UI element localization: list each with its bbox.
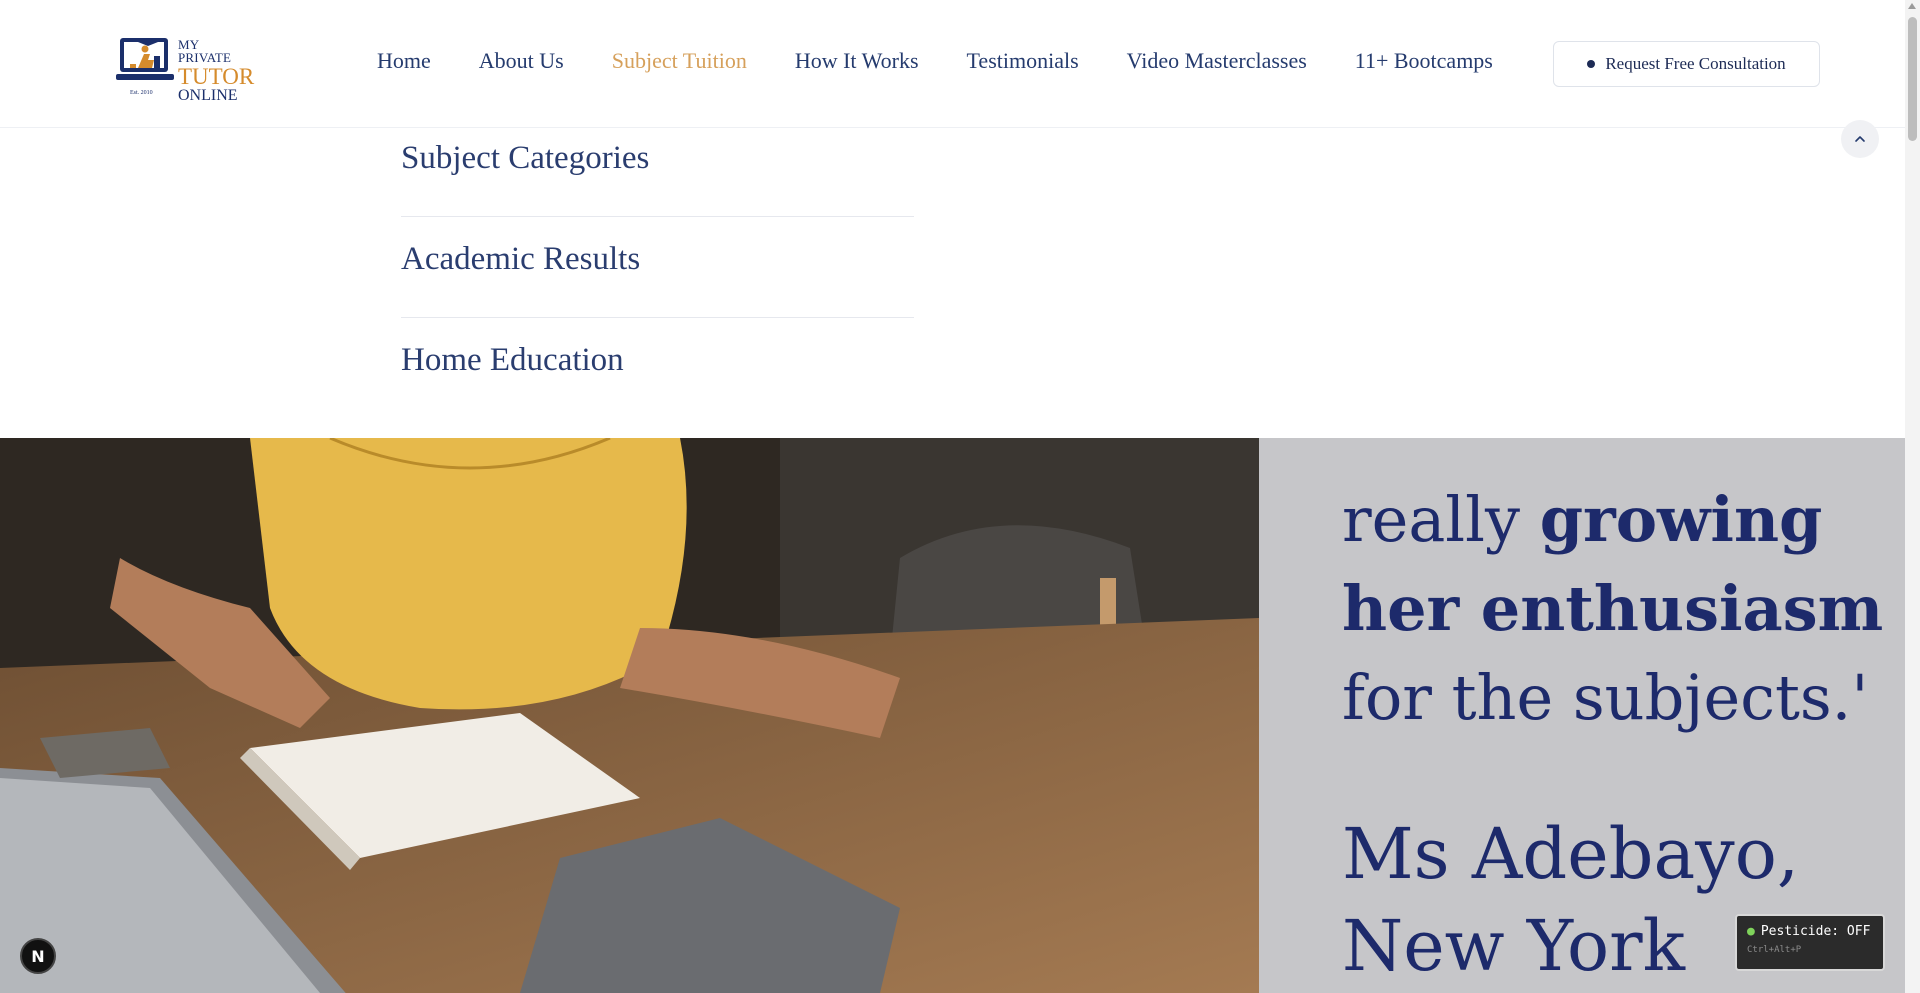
logo-est: Est. 2010 [130, 90, 153, 96]
pesticide-shortcut: Ctrl+Alt+P [1747, 945, 1802, 955]
n-badge-button[interactable]: N [20, 938, 56, 974]
quote-line-1: really growing [1342, 475, 1883, 564]
dot-icon [1587, 60, 1596, 68]
logo-wordmark: MY PRIVATE TUTOR ONLINE [178, 38, 254, 104]
dropdown-divider [401, 216, 914, 217]
testimonial-panel: really growing her enthusiasm for the su… [1259, 438, 1905, 993]
request-consultation-label: Request Free Consultation [1605, 54, 1786, 73]
pesticide-toggle[interactable]: ● Pesticide: OFF Ctrl+Alt+P [1735, 914, 1885, 971]
nav-about-us[interactable]: About Us [479, 48, 564, 74]
dropdown-item-academic-results[interactable]: Academic Results [401, 241, 914, 278]
logo-line-1: MY PRIVATE [178, 37, 232, 65]
subject-tuition-dropdown: Subject Categories Academic Results Home… [0, 128, 1905, 438]
author-location: New York [1342, 905, 1685, 987]
quote-line-3: for the subjects.' [1342, 661, 1869, 734]
chevron-up-icon [1855, 136, 1865, 142]
pesticide-title: ● Pesticide: OFF [1747, 924, 1873, 939]
hero-photo [0, 438, 1259, 993]
quote-line-1-text: really [1342, 483, 1540, 556]
nav-11-plus-bootcamps[interactable]: 11+ Bootcamps [1355, 48, 1493, 74]
nav-video-masterclasses[interactable]: Video Masterclasses [1127, 48, 1307, 74]
testimonial-quote: really growing her enthusiasm for the su… [1342, 438, 1883, 742]
pesticide-status: Pesticide: OFF [1760, 924, 1871, 939]
logo-line-3: ONLINE [178, 87, 238, 104]
logo-line-2: TUTOR [178, 64, 255, 89]
site-header: MY PRIVATE TUTOR ONLINE Est. 2010 Home A… [0, 0, 1905, 128]
dropdown-divider [401, 317, 914, 318]
quote-cut-line [1342, 438, 1883, 475]
collapse-dropdown-button[interactable] [1841, 120, 1879, 158]
request-consultation-button[interactable]: Request Free Consultation [1553, 41, 1820, 87]
bug-icon: ● [1747, 924, 1755, 939]
dropdown-item-home-education[interactable]: Home Education [401, 342, 914, 379]
site-logo[interactable]: MY PRIVATE TUTOR ONLINE Est. 2010 [114, 28, 254, 104]
author-name: Ms Adebayo, [1342, 813, 1800, 895]
dropdown-item-subject-categories[interactable]: Subject Categories [401, 140, 914, 177]
scrollbar-thumb[interactable] [1908, 17, 1917, 141]
page-scrollbar[interactable] [1905, 0, 1920, 993]
student-at-desk-illustration [0, 438, 1259, 993]
quote-line-2: her enthusiasm [1342, 572, 1884, 645]
nav-home[interactable]: Home [377, 48, 431, 74]
laptop-tutor-logo-icon [116, 38, 174, 80]
nav-how-it-works[interactable]: How It Works [795, 48, 919, 74]
quote-line-1-bold: growing [1539, 483, 1823, 556]
main-nav: Home About Us Subject Tuition How It Wor… [377, 48, 1541, 74]
nav-testimonials[interactable]: Testimonials [967, 48, 1079, 74]
nav-subject-tuition[interactable]: Subject Tuition [612, 48, 747, 74]
testimonial-author: Ms Adebayo, New York [1342, 808, 1799, 992]
scroll-up-arrow-icon[interactable] [1908, 3, 1916, 9]
